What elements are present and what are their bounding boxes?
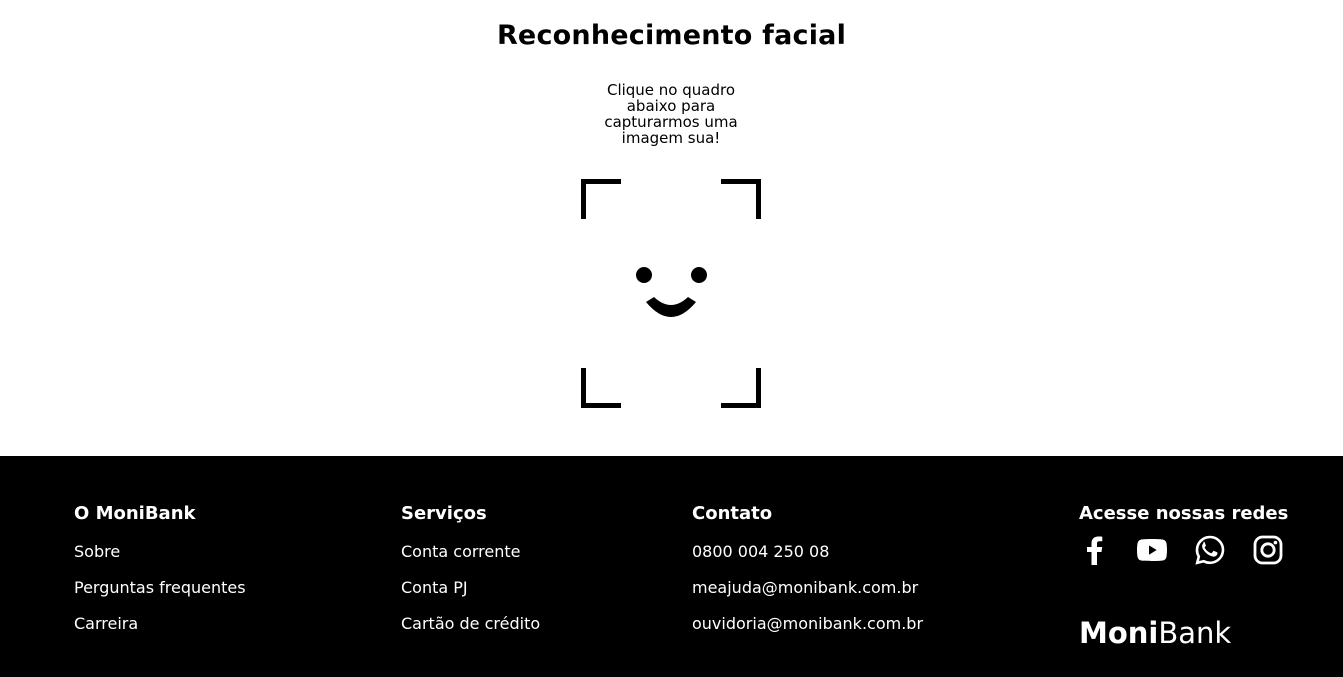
frame-corner-bottom-right bbox=[721, 368, 761, 408]
footer-link-sobre[interactable]: Sobre bbox=[74, 534, 246, 570]
frame-corner-top-right bbox=[721, 179, 761, 219]
whatsapp-icon[interactable] bbox=[1195, 534, 1225, 566]
capture-frame-button[interactable] bbox=[581, 179, 761, 408]
face-eye-left bbox=[636, 267, 652, 283]
footer-column-monibank: O MoniBank Sobre Perguntas frequentes Ca… bbox=[74, 503, 246, 642]
frame-corner-top-left bbox=[581, 179, 621, 219]
facebook-icon[interactable] bbox=[1079, 534, 1109, 566]
footer-heading-servicos: Serviços bbox=[401, 503, 487, 524]
logo-text-moni: Moni bbox=[1079, 616, 1159, 650]
youtube-icon[interactable] bbox=[1137, 534, 1167, 566]
footer-link-cartao-de-credito[interactable]: Cartão de crédito bbox=[401, 606, 540, 642]
footer-column-contato: Contato 0800 004 250 08 meajuda@monibank… bbox=[692, 503, 923, 642]
capture-instructions: Clique no quadro abaixo para capturarmos… bbox=[604, 81, 738, 147]
footer-column-servicos: Serviços Conta corrente Conta PJ Cartão … bbox=[401, 503, 540, 642]
footer-column-redes: Acesse nossas redes MoniBank bbox=[1079, 503, 1288, 650]
footer-link-email-meajuda[interactable]: meajuda@monibank.com.br bbox=[692, 570, 923, 606]
footer-link-phone[interactable]: 0800 004 250 08 bbox=[692, 534, 923, 570]
main-content: Reconhecimento facial Clique no quadro a… bbox=[0, 0, 1343, 456]
footer-link-email-ouvidoria[interactable]: ouvidoria@monibank.com.br bbox=[692, 606, 923, 642]
instagram-icon[interactable] bbox=[1253, 534, 1283, 566]
footer-link-conta-corrente[interactable]: Conta corrente bbox=[401, 534, 540, 570]
face-frame-icon bbox=[581, 179, 761, 408]
footer-heading-monibank: O MoniBank bbox=[74, 503, 196, 524]
site-footer: O MoniBank Sobre Perguntas frequentes Ca… bbox=[0, 456, 1343, 677]
face-smile bbox=[646, 297, 696, 317]
footer-heading-redes: Acesse nossas redes bbox=[1079, 503, 1289, 524]
frame-corner-bottom-left bbox=[581, 368, 621, 408]
footer-link-carreira[interactable]: Carreira bbox=[74, 606, 246, 642]
logo-text-bank: Bank bbox=[1158, 616, 1232, 650]
social-links bbox=[1079, 534, 1288, 566]
footer-link-conta-pj[interactable]: Conta PJ bbox=[401, 570, 540, 606]
footer-heading-contato: Contato bbox=[692, 503, 773, 524]
footer-link-perguntas-frequentes[interactable]: Perguntas frequentes bbox=[74, 570, 246, 606]
page-title: Reconhecimento facial bbox=[496, 20, 847, 51]
monibank-logo: MoniBank bbox=[1079, 616, 1288, 650]
face-eye-right bbox=[691, 267, 707, 283]
